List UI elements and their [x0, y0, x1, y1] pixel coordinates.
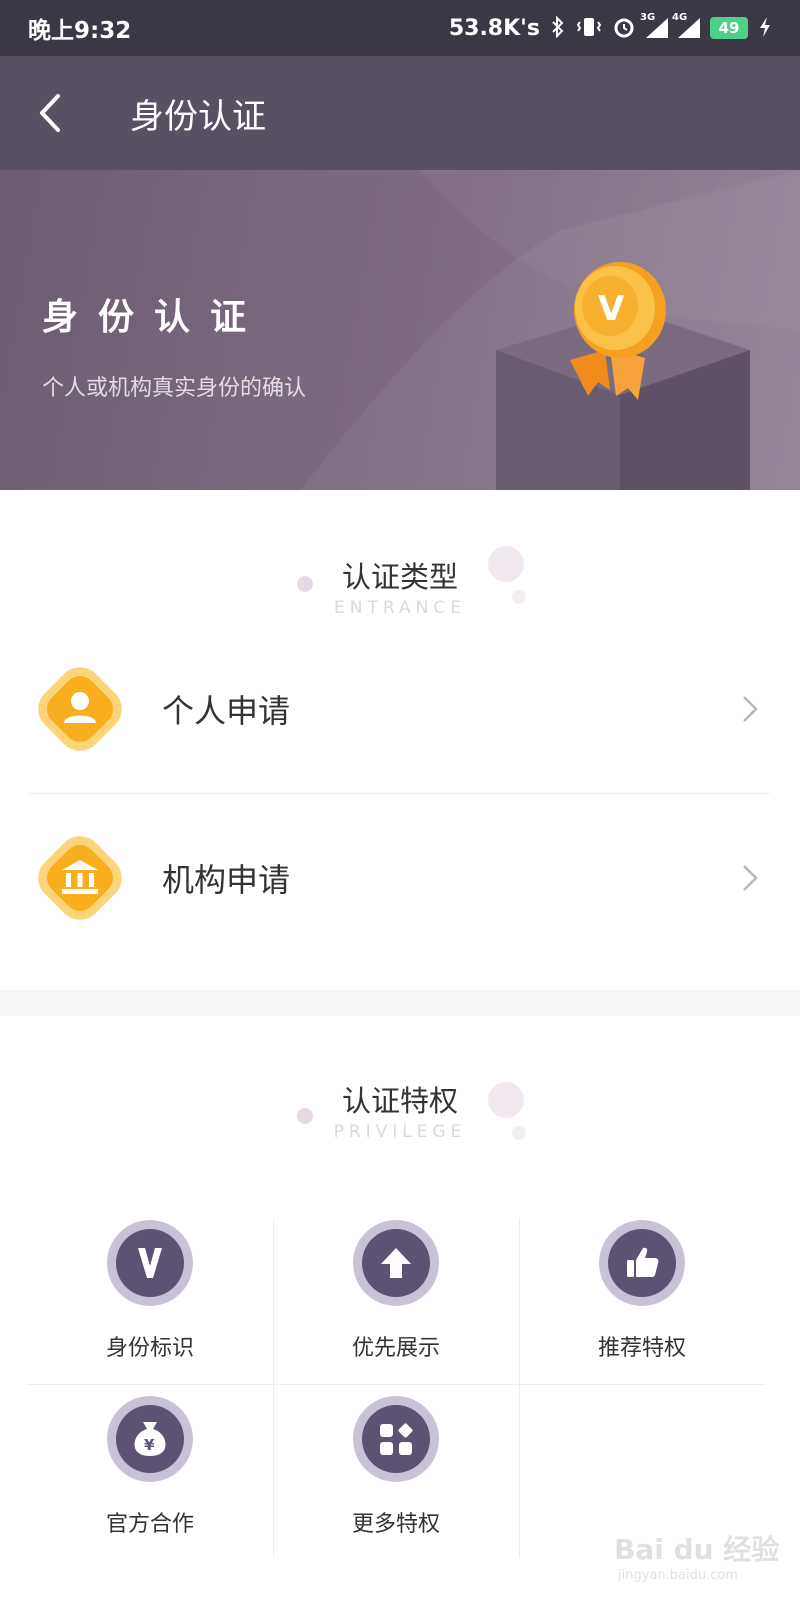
- hero-banner: 身份认证 个人或机构真实身份的确认 V: [0, 170, 800, 490]
- privilege-label: 官方合作: [105, 1512, 194, 1537]
- privilege-priority-display[interactable]: 优先展示: [273, 1218, 519, 1388]
- arrow-up-icon: [353, 1220, 439, 1306]
- page-title: 身份认证: [130, 96, 266, 137]
- decor-dot: [488, 1082, 524, 1118]
- banner-title: 身份认证: [42, 297, 267, 338]
- more-apps-icon: [353, 1396, 439, 1482]
- back-arrow-icon: [40, 94, 60, 132]
- user-icon: [38, 667, 122, 751]
- institution-icon: [38, 836, 122, 920]
- network-speed: 53.8K's: [448, 15, 540, 41]
- list-item-personal-apply[interactable]: 个人申请: [28, 634, 770, 784]
- section-subtitle: ENTRANCE: [334, 598, 466, 618]
- money-bag-icon: ¥: [107, 1396, 193, 1482]
- decor-dot: [297, 576, 313, 592]
- section-separator: [0, 990, 800, 1016]
- alarm-icon: [612, 15, 636, 42]
- signal-3g-icon: 3G: [640, 12, 668, 38]
- privilege-official-cooperation[interactable]: ¥ 官方合作: [27, 1394, 273, 1564]
- banner-subtitle: 个人或机构真实身份的确认: [42, 376, 307, 401]
- decor-dot: [512, 1126, 526, 1140]
- privilege-label: 优先展示: [351, 1336, 440, 1361]
- list-item-institution-apply[interactable]: 机构申请: [28, 803, 770, 953]
- section-header-types: 认证类型 ENTRANCE: [0, 546, 800, 636]
- decor-dot: [512, 590, 526, 604]
- list-item-label: 个人申请: [162, 692, 291, 730]
- section-header-privileges: 认证特权 PRIVILEGE: [0, 1070, 800, 1160]
- privilege-identity-mark[interactable]: 身份标识: [27, 1218, 273, 1388]
- nav-bar: 身份认证: [0, 56, 800, 170]
- privilege-label: 更多特权: [351, 1512, 440, 1537]
- back-button[interactable]: [0, 56, 100, 170]
- section-subtitle: PRIVILEGE: [333, 1122, 467, 1142]
- v-badge-icon: [107, 1220, 193, 1306]
- privilege-label: 身份标识: [105, 1336, 194, 1361]
- privilege-recommend[interactable]: 推荐特权: [519, 1218, 765, 1388]
- battery-icon: 49: [710, 17, 748, 39]
- section-title: 认证类型: [341, 560, 458, 594]
- privilege-label: 推荐特权: [597, 1336, 686, 1361]
- list-divider: [28, 793, 770, 794]
- thumbs-up-icon: [599, 1220, 685, 1306]
- signal-4g-icon: 4G: [672, 12, 700, 38]
- privilege-more[interactable]: 更多特权: [273, 1394, 519, 1564]
- svg-text:¥: ¥: [144, 1436, 155, 1454]
- status-icons: 53.8K's 3G 4G 49: [448, 12, 772, 42]
- chevron-right-icon: [730, 858, 770, 898]
- decor-dot: [297, 1108, 313, 1124]
- baidu-jingyan-watermark: Bai du 经验 jingyan.baidu.com: [614, 1533, 780, 1583]
- bluetooth-icon: [550, 15, 566, 41]
- vibrate-icon: [576, 16, 602, 41]
- chevron-right-icon: [730, 689, 770, 729]
- section-title: 认证特权: [341, 1084, 458, 1118]
- charging-icon: [758, 16, 772, 41]
- medal-on-box-illustration: V: [496, 262, 750, 490]
- list-item-label: 机构申请: [162, 861, 291, 899]
- svg-text:V: V: [598, 289, 625, 329]
- privileges-grid: 身份标识 优先展示 推荐特权 ¥ 官方合作 更多特权: [27, 1218, 765, 1558]
- status-time: 晚上9:32: [28, 18, 132, 44]
- decor-dot: [488, 546, 524, 582]
- status-bar: 晚上9:32 53.8K's 3G 4G 49: [0, 0, 800, 56]
